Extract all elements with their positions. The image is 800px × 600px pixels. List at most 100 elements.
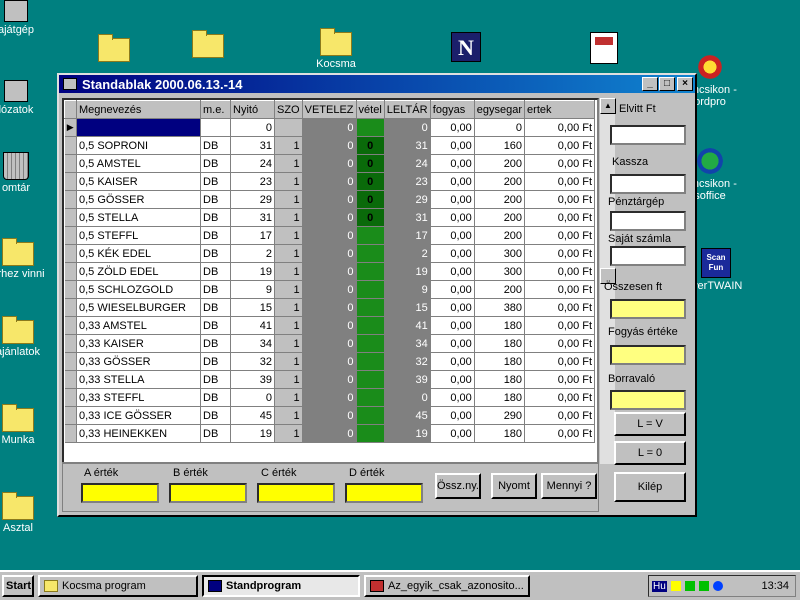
cell-leltar[interactable]: 2: [384, 244, 431, 263]
cell-ertek[interactable]: 0,00 Ft: [524, 316, 596, 335]
cell-me[interactable]: DB: [200, 172, 231, 191]
table-row[interactable]: 0,5 AMSTEL DB 24 1 0 0 24 0,00 200 0,00 Ft: [64, 154, 596, 173]
app-tray-icon[interactable]: [712, 581, 723, 591]
cell-name[interactable]: 0,33 ICE GÖSSER: [76, 406, 201, 425]
column-header[interactable]: Nyitó: [230, 100, 275, 119]
desktop-icon-kocsma[interactable]: Kocsma: [298, 28, 374, 70]
cell-fogyas[interactable]: 0,00: [430, 172, 475, 191]
column-header[interactable]: LELTÁR: [383, 100, 431, 119]
cell-egysegar[interactable]: 200: [474, 190, 526, 209]
cell-me[interactable]: DB: [200, 406, 231, 425]
column-header[interactable]: m.e.: [200, 100, 231, 119]
desktop-icon-my-computer[interactable]: ajátgép: [0, 0, 54, 36]
cell-vetel[interactable]: [356, 352, 385, 371]
cell-ertek[interactable]: 0,00 Ft: [524, 424, 596, 443]
start-button[interactable]: Start: [2, 575, 34, 597]
cell-leltar[interactable]: 19: [384, 424, 431, 443]
task-az-egyik[interactable]: Az_egyik_csak_azonosito...: [364, 575, 530, 597]
cell-leltar[interactable]: 29: [384, 190, 431, 209]
cell-nyito[interactable]: 39: [230, 370, 275, 389]
table-row[interactable]: 0,5 WIESELBURGER DB 15 1 0 15 0,00 380 0,00 Ft: [64, 298, 596, 317]
cell-fogyas[interactable]: 0,00: [430, 226, 475, 245]
speaker-icon[interactable]: [670, 581, 681, 591]
cell-ertek[interactable]: 0,00 Ft: [524, 280, 596, 299]
cell-fogyas[interactable]: 0,00: [430, 352, 475, 371]
cell-vetel[interactable]: 0: [356, 172, 385, 191]
cell-leltar[interactable]: 24: [384, 154, 431, 173]
desktop-icon-folder[interactable]: ajánlatok: [0, 316, 56, 358]
cell-vetelez[interactable]: 0: [302, 424, 357, 443]
cell-ertek[interactable]: 0,00 Ft: [524, 244, 596, 263]
cell-vetelez[interactable]: 0: [302, 262, 357, 281]
cell-vetel[interactable]: [356, 406, 385, 425]
cell-name[interactable]: 0,5 KÉK EDEL: [76, 244, 201, 263]
cell-vetel[interactable]: [356, 424, 385, 443]
table-row[interactable]: 0,5 KAISER DB 23 1 0 0 23 0,00 200 0,00 Ft: [64, 172, 596, 191]
cell-egysegar[interactable]: 300: [474, 244, 526, 263]
column-header[interactable]: VETELEZ: [301, 100, 357, 119]
cell-fogyas[interactable]: 0,00: [430, 316, 475, 335]
cell-name[interactable]: 0,5 STEFFL: [76, 226, 201, 245]
column-header[interactable]: vétel: [355, 100, 385, 119]
nyomt-button[interactable]: Nyomt: [491, 473, 537, 499]
cell-leltar[interactable]: 32: [384, 352, 431, 371]
cell-fogyas[interactable]: 0,00: [430, 334, 475, 353]
cell-vetel[interactable]: [356, 316, 385, 335]
cell-leltar[interactable]: 0: [384, 118, 431, 137]
desktop-icon-network[interactable]: lózatok: [0, 80, 54, 116]
cell-name[interactable]: 0,33 STELLA: [76, 370, 201, 389]
cell-nyito[interactable]: 45: [230, 406, 275, 425]
cell-me[interactable]: DB: [200, 208, 231, 227]
cell-name[interactable]: 0,33 KAISER: [76, 334, 201, 353]
borravalo-field[interactable]: [610, 390, 686, 410]
sajat-szamla-field[interactable]: [610, 246, 686, 266]
cell-name[interactable]: 0,33 STEFFL: [76, 388, 201, 407]
column-header[interactable]: ertek: [524, 100, 596, 119]
cell-egysegar[interactable]: 160: [474, 136, 526, 155]
cell-me[interactable]: DB: [200, 154, 231, 173]
cell-name[interactable]: 0,5 KAISER: [76, 172, 201, 191]
cell-fogyas[interactable]: 0,00: [430, 118, 475, 137]
cell-fogyas[interactable]: 0,00: [430, 262, 475, 281]
cell-ertek[interactable]: 0,00 Ft: [524, 226, 596, 245]
task-standprogram[interactable]: Standprogram: [202, 575, 360, 597]
desktop-icon-netscape[interactable]: N: [428, 32, 504, 64]
table-row[interactable]: 0,5 STELLA DB 31 1 0 0 31 0,00 200 0,00 Ft: [64, 208, 596, 227]
cell-leltar[interactable]: 45: [384, 406, 431, 425]
cell-szo[interactable]: [274, 118, 303, 137]
network-tray-icon[interactable]: [684, 581, 695, 591]
cell-vetelez[interactable]: 0: [302, 208, 357, 227]
cell-egysegar[interactable]: 180: [474, 424, 526, 443]
b-ertek-field[interactable]: [169, 483, 247, 503]
cell-fogyas[interactable]: 0,00: [430, 190, 475, 209]
cell-vetelez[interactable]: 0: [302, 352, 357, 371]
desktop-icon-folder[interactable]: [76, 34, 152, 64]
cell-egysegar[interactable]: 200: [474, 208, 526, 227]
cell-vetel[interactable]: [356, 226, 385, 245]
mennyi-button[interactable]: Mennyi ?: [541, 473, 597, 499]
table-row[interactable]: 0,33 ICE GÖSSER DB 45 1 0 45 0,00 290 0,00 Ft: [64, 406, 596, 425]
cell-name[interactable]: [76, 118, 201, 137]
column-header[interactable]: Megnevezés: [76, 100, 201, 119]
cell-nyito[interactable]: 32: [230, 352, 275, 371]
cell-vetel[interactable]: [356, 334, 385, 353]
table-row[interactable]: 0,5 GÖSSER DB 29 1 0 0 29 0,00 200 0,00 Ft: [64, 190, 596, 209]
cell-szo[interactable]: 1: [274, 262, 303, 281]
cell-ertek[interactable]: 0,00 Ft: [524, 118, 596, 137]
table-row[interactable]: 0,5 ZÖLD EDEL DB 19 1 0 19 0,00 300 0,00 Ft: [64, 262, 596, 281]
cell-nyito[interactable]: 9: [230, 280, 275, 299]
window-titlebar[interactable]: Standablak 2000.06.13.-14 _ □ ×: [59, 75, 695, 93]
cell-egysegar[interactable]: 200: [474, 226, 526, 245]
cell-szo[interactable]: 1: [274, 226, 303, 245]
desktop-icon-folder[interactable]: Munka: [0, 404, 56, 446]
cell-ertek[interactable]: 0,00 Ft: [524, 388, 596, 407]
a-ertek-field[interactable]: [81, 483, 159, 503]
table-row[interactable]: 0,5 SCHLOZGOLD DB 9 1 0 9 0,00 200 0,00 Ft: [64, 280, 596, 299]
table-row[interactable]: 0,33 AMSTEL DB 41 1 0 41 0,00 180 0,00 Ft: [64, 316, 596, 335]
kilep-button[interactable]: Kilép: [614, 472, 686, 502]
cell-szo[interactable]: 1: [274, 280, 303, 299]
cell-ertek[interactable]: 0,00 Ft: [524, 172, 596, 191]
cell-me[interactable]: DB: [200, 190, 231, 209]
cell-vetel[interactable]: [356, 244, 385, 263]
cell-ertek[interactable]: 0,00 Ft: [524, 298, 596, 317]
